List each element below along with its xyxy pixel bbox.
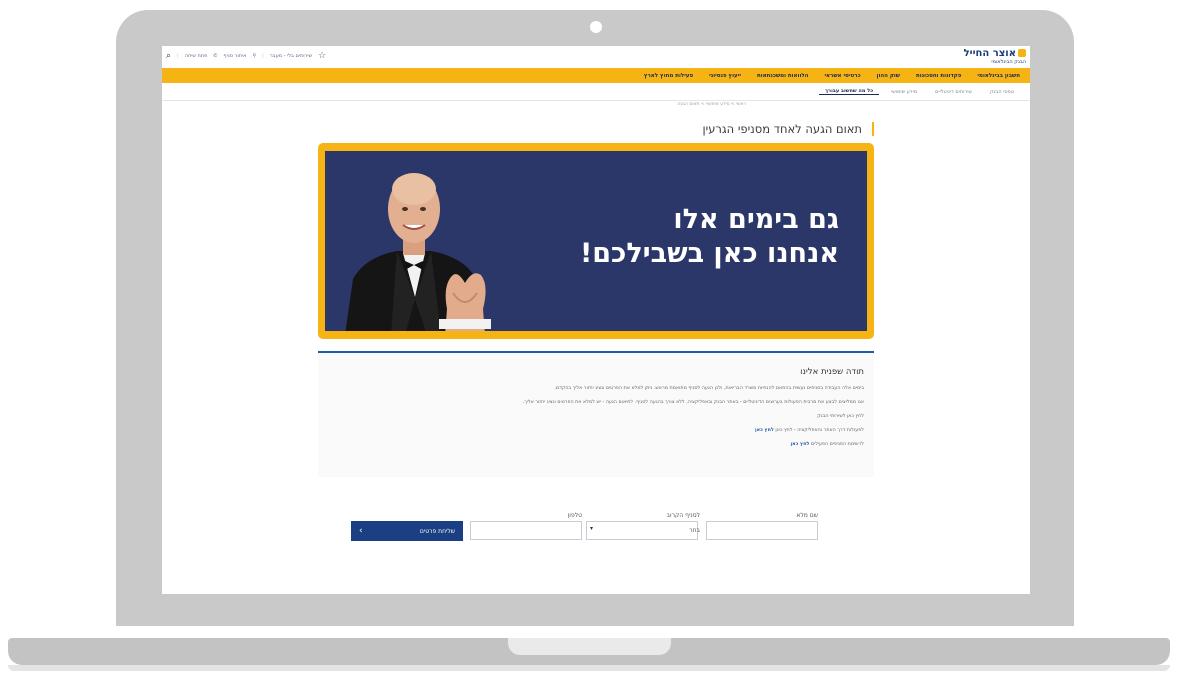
subnav-item-forms[interactable]: טפסי הבנק <box>984 89 1020 95</box>
phone-label: טלפון <box>567 512 582 519</box>
info-p4-text: לרשימת הסניפים הפעילים <box>810 442 864 447</box>
info-paragraph-4: לרשימת הסניפים הפעילים לחץ כאן <box>328 441 864 449</box>
hero-banner: גם בימים אלו אנחנו כאן בשבילכם! <box>318 143 874 339</box>
nav-item-pension[interactable]: ייעוץ פנסיוני <box>703 73 747 79</box>
main-nav: חשבון בבינלאומי פקדונות וחסכונות שוק ההו… <box>162 68 1030 83</box>
info-paragraph-3: לפעולות דרך האתר והאפליקציה - לחץ כאן לח… <box>328 427 864 435</box>
laptop-notch <box>508 638 671 655</box>
branches-link[interactable]: לחץ כאן <box>791 442 810 447</box>
subnav-item-info[interactable]: מידע שימושי <box>885 89 923 95</box>
info-p3-text: לפעולות דרך האתר והאפליקציה - לחץ כאן <box>775 428 864 433</box>
breadcrumb: ראשי > מידע שימושי > תאום הגעה <box>677 102 746 107</box>
search-icon[interactable]: ⌕ <box>166 51 171 61</box>
camera-icon <box>590 21 602 33</box>
submit-button[interactable]: ‹ שליחת פרטים <box>351 521 463 541</box>
laptop-base-edge <box>8 665 1170 671</box>
presenter-illustration <box>345 173 491 331</box>
site-header: אוצר החייל הבנק הבינלאומי ☆ שירותים בלי … <box>162 46 1030 68</box>
submit-label: שליחת פרטים <box>419 527 455 535</box>
nav-item-loans[interactable]: הלוואות ומשכנתאות <box>751 73 815 79</box>
divider: | <box>177 53 179 59</box>
browser-screen: אוצר החייל הבנק הבינלאומי ☆ שירותים בלי … <box>162 46 1030 594</box>
star-icon[interactable]: ☆ <box>318 51 326 61</box>
branch-select-value: בחר <box>689 527 700 534</box>
branch-label: לסניף הקרוב <box>666 512 700 519</box>
info-paragraph-2: אנו ממליצים לבצע את מרבית הפעולות בערוצי… <box>522 400 864 405</box>
digital-link[interactable]: לחץ כאן <box>755 428 774 433</box>
subnav-item-important[interactable]: כל מה שחשוב עבורך <box>819 88 880 95</box>
sub-nav: טפסי הבנק שירותים דיגיטליים מידע שימושי … <box>162 83 1030 101</box>
logo-subtitle: הבנק הבינלאומי <box>991 59 1026 65</box>
info-title: תודה שפנית אלינו <box>800 367 864 377</box>
nav-item-capital-market[interactable]: שוק ההון <box>871 73 906 79</box>
name-label: שם מלא <box>796 512 818 519</box>
chevron-down-icon: ▾ <box>590 525 594 532</box>
phone-icon: ✆ <box>213 53 218 59</box>
branch-locator-link[interactable]: איתור סניף <box>223 53 246 59</box>
nav-item-abroad[interactable]: פעילות מחוץ לארץ <box>638 73 699 79</box>
banner-panel: גם בימים אלו אנחנו כאן בשבילכם! <box>325 151 867 331</box>
info-paragraph-1: בימים אלה העבודה בסניפים נעשית בהתאם להנ… <box>554 386 864 391</box>
banner-line-2: אנחנו כאן בשבילכם! <box>579 238 839 269</box>
util-link[interactable]: שירותים בלי - מעבר <box>270 53 312 59</box>
pin-icon: ⚲ <box>252 53 257 59</box>
logo-mark-icon <box>1018 49 1026 57</box>
page-title: תאום הגעה לאחד מסניפי הגרעין <box>703 122 874 136</box>
name-field[interactable] <box>706 521 818 540</box>
info-paragraph-2b: לחץ כאן לשירותי הבנק <box>817 414 864 419</box>
phone-field[interactable] <box>470 521 582 540</box>
utility-bar: ☆ שירותים בלי - מעבר | ⚲ איתור סניף ✆ פת… <box>166 51 326 61</box>
chevron-left-icon: ‹ <box>359 526 363 536</box>
logo-text: אוצר החייל <box>963 48 1016 59</box>
nav-item-account[interactable]: חשבון בבינלאומי <box>971 73 1026 79</box>
info-panel: תודה שפנית אלינו בימים אלה העבודה בסניפי… <box>318 351 874 477</box>
subnav-item-digital[interactable]: שירותים דיגיטליים <box>929 89 978 95</box>
divider: | <box>262 53 264 59</box>
nav-item-credit-cards[interactable]: כרטיסי אשראי <box>818 73 866 79</box>
nav-item-deposits[interactable]: פקדונות וחסכונות <box>910 73 967 79</box>
banner-line-1: גם בימים אלו <box>673 204 839 235</box>
site-logo[interactable]: אוצר החייל הבנק הבינלאומי <box>964 48 1026 65</box>
banner-headline: גם בימים אלו אנחנו כאן בשבילכם! <box>580 203 839 271</box>
phone-link[interactable]: פתח שיחה <box>185 53 207 59</box>
branch-select[interactable] <box>586 521 698 540</box>
